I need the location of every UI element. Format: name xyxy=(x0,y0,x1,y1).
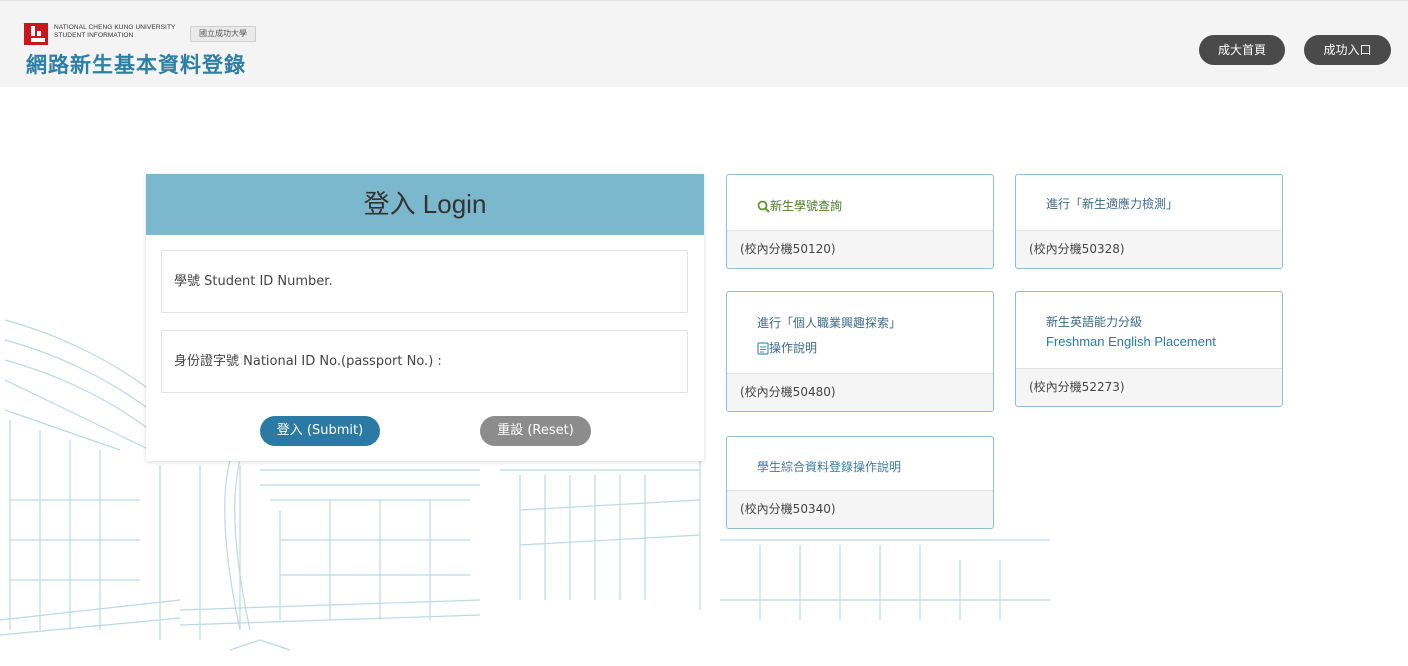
search-icon xyxy=(757,200,770,213)
header: NATIONAL CHENG KUNG UNIVERSITY STUDENT I… xyxy=(0,0,1408,87)
english-placement-link[interactable]: 新生英語能力分級 xyxy=(1046,313,1142,330)
login-panel: 登入 Login 學號 Student ID Number. 身份證字號 Nat… xyxy=(146,174,704,461)
logo-line-1: NATIONAL CHENG KUNG UNIVERSITY xyxy=(54,24,176,31)
english-placement-link-en[interactable]: Freshman English Placement xyxy=(1046,334,1216,349)
comprehensive-data-guide-link[interactable]: 學生綜合資料登錄操作說明 xyxy=(757,458,901,475)
card-english-placement: 新生英語能力分級 Freshman English Placement (校內分… xyxy=(1015,291,1283,407)
ncku-home-button[interactable]: 成大首頁 xyxy=(1199,35,1285,65)
document-icon xyxy=(757,342,769,355)
logo-english-text: NATIONAL CHENG KUNG UNIVERSITY STUDENT I… xyxy=(54,24,175,40)
card-student-id-lookup: 新生學號查詢 (校內分機50120) xyxy=(726,174,994,269)
card-extension: (校內分機50328) xyxy=(1016,230,1282,268)
adaptation-test-link[interactable]: 進行「新生適應力檢測」 xyxy=(1046,195,1178,212)
page-title: 網路新生基本資料登錄 xyxy=(26,53,246,77)
card-adaptation-test: 進行「新生適應力檢測」 (校內分機50328) xyxy=(1015,174,1283,269)
login-title: 登入 Login xyxy=(146,174,704,235)
career-guide-label: 操作說明 xyxy=(769,341,818,355)
logo-line-2: STUDENT INFORMATION xyxy=(54,32,134,39)
card-extension: (校內分機52273) xyxy=(1016,368,1282,406)
submit-button[interactable]: 登入 (Submit) xyxy=(260,416,380,446)
card-extension: (校內分機50340) xyxy=(727,490,993,528)
student-id-lookup-link[interactable]: 新生學號查詢 xyxy=(757,197,842,214)
card-comprehensive-data-guide: 學生綜合資料登錄操作說明 (校內分機50340) xyxy=(726,436,994,529)
success-portal-button[interactable]: 成功入口 xyxy=(1304,35,1391,65)
university-seal: 國立成功大學 xyxy=(190,26,256,42)
reset-button[interactable]: 重設 (Reset) xyxy=(480,416,591,446)
national-id-input[interactable]: 身份證字號 National ID No.(passport No.) : xyxy=(161,330,688,393)
student-id-input[interactable]: 學號 Student ID Number. xyxy=(161,250,688,313)
ncku-logo-icon xyxy=(24,23,48,45)
card-career-interest: 進行「個人職業興趣探索」 操作說明 (校內分機50480) xyxy=(726,291,994,412)
career-guide-link[interactable]: 操作說明 xyxy=(757,339,817,356)
student-id-lookup-label: 新生學號查詢 xyxy=(770,199,843,213)
card-extension: (校內分機50120) xyxy=(727,230,993,268)
card-extension: (校內分機50480) xyxy=(727,373,993,411)
career-interest-link[interactable]: 進行「個人職業興趣探索」 xyxy=(757,314,901,331)
